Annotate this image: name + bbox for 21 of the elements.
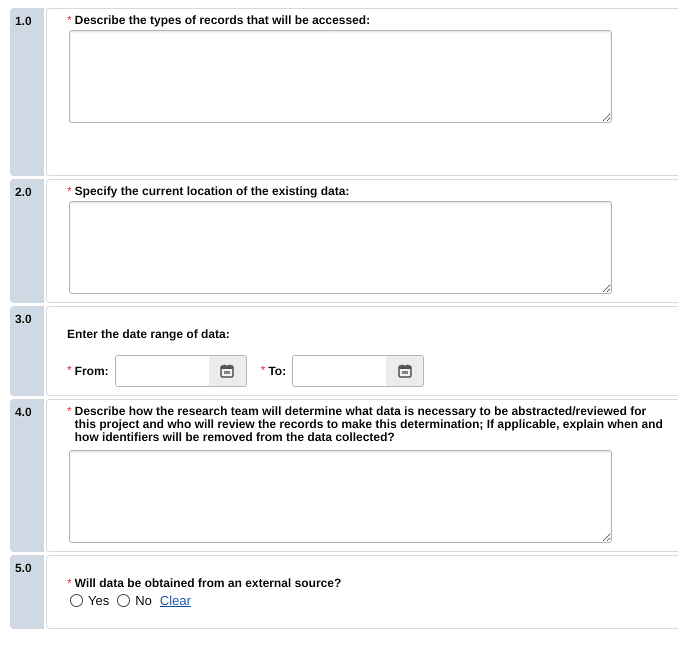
required-asterisk: *: [67, 185, 72, 198]
required-asterisk: *: [67, 14, 72, 27]
question-label: Describe the types of records that will be accessed:: [74, 14, 372, 27]
answer-textarea[interactable]: [69, 450, 612, 543]
radio-label[interactable]: No: [135, 593, 152, 608]
question-label: Enter the date range of data:: [67, 326, 231, 341]
radio-label[interactable]: Yes: [88, 593, 110, 608]
question-label: Specify the current location of the existing data:: [74, 185, 350, 198]
clear-link[interactable]: Clear: [160, 593, 191, 608]
date-label: To:: [268, 364, 286, 378]
date-label: From:: [74, 364, 109, 378]
answer-textarea[interactable]: [69, 30, 612, 123]
required-asterisk: *: [67, 405, 72, 418]
radio-button[interactable]: [70, 594, 83, 607]
required-asterisk: *: [67, 364, 72, 377]
radio-button[interactable]: [117, 594, 130, 607]
required-asterisk: *: [67, 577, 72, 590]
answer-textarea[interactable]: [69, 201, 612, 294]
question-label: Will data be obtained from an external source?: [74, 577, 342, 590]
required-asterisk: *: [260, 364, 266, 377]
question-label: Describe how the research team will determine what data is necessary to be abstracted/reviewed for this project and who will review the records to make this determination; If applicable, explain when and how identifiers will be removed from the data collected?: [74, 405, 664, 444]
